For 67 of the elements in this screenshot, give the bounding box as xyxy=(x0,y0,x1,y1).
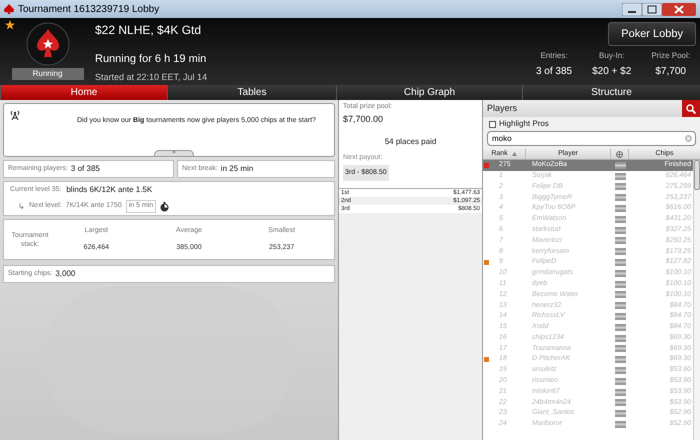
checkbox-label: Highlight Pros xyxy=(499,118,549,130)
tab[interactable]: Chip Graph xyxy=(336,85,522,100)
arrow-glyph: ↳ xyxy=(18,200,25,212)
scrollbar-thumb[interactable] xyxy=(694,160,700,190)
field-value: 3,000 xyxy=(55,268,76,280)
prize-pool-value: $7,700.00 xyxy=(343,112,384,126)
flag-icon xyxy=(614,259,626,266)
minimize-icon xyxy=(622,2,642,16)
tab[interactable]: Home xyxy=(0,85,167,100)
spade-logo-icon xyxy=(26,22,70,66)
star-icon xyxy=(5,20,15,30)
antenna-icon xyxy=(10,110,20,120)
flag-icon xyxy=(614,399,626,406)
flag-icon xyxy=(614,378,626,385)
flag-icon xyxy=(614,216,626,223)
field-value: in 25 min xyxy=(220,163,254,175)
flag-icon xyxy=(614,421,626,428)
places-paid: 54 places paid xyxy=(384,136,436,148)
flag-icon xyxy=(614,367,626,374)
search-icon xyxy=(686,104,696,114)
search-field[interactable]: moko xyxy=(487,131,696,146)
level-value: blinds 6K/12K ante 1.5K xyxy=(66,184,152,196)
flag-icon xyxy=(614,194,626,202)
flag-icon xyxy=(614,356,626,364)
flag-icon xyxy=(614,183,626,190)
start-time: Started at 22:10 EET, Jul 14 xyxy=(95,70,208,84)
tournament-name: $22 NLHE, $4K Gtd xyxy=(95,22,202,39)
spade-icon xyxy=(4,4,14,14)
flag-icon xyxy=(614,172,626,180)
flag-icon xyxy=(614,270,626,277)
flag-icon xyxy=(614,302,626,310)
flag-icon xyxy=(614,324,626,331)
window-title: Tournament 1613239719 Lobby xyxy=(18,2,160,16)
flag-icon xyxy=(614,410,626,418)
clear-icon xyxy=(685,135,692,142)
flag-icon xyxy=(614,248,626,256)
poker-lobby-button[interactable]: Poker Lobby xyxy=(608,22,696,46)
maximize-icon xyxy=(642,2,662,16)
flag-icon xyxy=(614,205,626,212)
stat-value: $7,700 xyxy=(655,65,686,79)
flag-icon xyxy=(614,237,626,244)
field-value: 3 of 385 xyxy=(70,163,100,175)
flag-icon xyxy=(614,388,626,396)
flag-icon xyxy=(614,291,626,298)
flag-icon xyxy=(614,334,626,342)
stat-value: $20 + $2 xyxy=(592,65,632,79)
flag-icon xyxy=(614,313,626,320)
status-badge: Running xyxy=(12,68,84,80)
checkbox[interactable] xyxy=(489,120,496,128)
search-button[interactable] xyxy=(682,100,700,117)
sort-arrow-icon xyxy=(512,152,517,156)
tab[interactable]: Tables xyxy=(167,85,336,100)
stat-label: Entries: xyxy=(540,50,568,62)
close-icon xyxy=(662,2,696,16)
stat-value: 3 of 385 xyxy=(536,65,572,79)
flag-icon xyxy=(614,226,626,234)
tab[interactable]: Structure xyxy=(522,85,700,100)
stopwatch-icon xyxy=(160,202,170,212)
stat-label: Prize Pool: xyxy=(651,50,690,62)
flag-icon xyxy=(614,162,626,169)
flag-icon xyxy=(614,280,626,288)
panel-title: Players xyxy=(487,102,518,115)
stat-label: Buy-In: xyxy=(599,50,624,62)
flag-icon xyxy=(614,345,626,352)
scrollbar[interactable] xyxy=(693,160,700,440)
running-time: Running for 6 h 19 min xyxy=(95,52,208,67)
globe-icon xyxy=(616,150,623,158)
